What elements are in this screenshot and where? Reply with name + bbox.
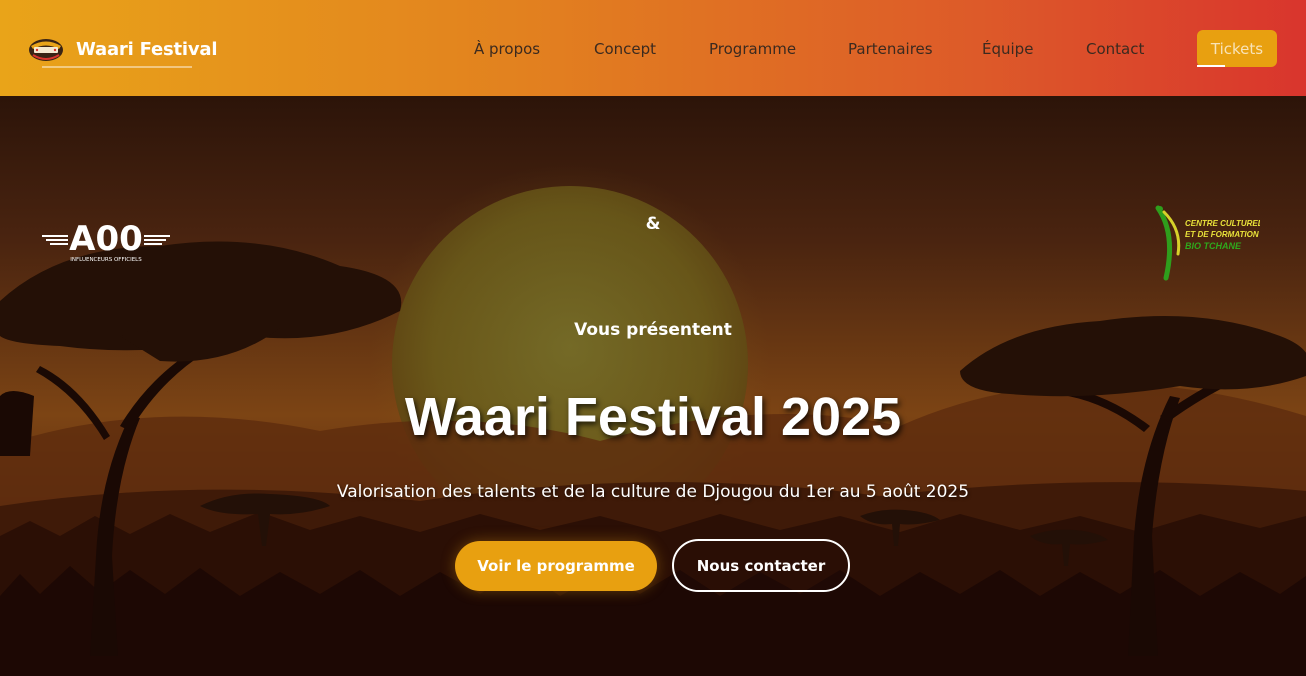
partner-ampersand: & bbox=[645, 214, 661, 234]
nav-item-contact[interactable]: Contact bbox=[1086, 40, 1144, 58]
nav-item-equipe[interactable]: Équipe bbox=[982, 40, 1033, 58]
brand-underline bbox=[42, 66, 192, 68]
a00-logo-caption: INFLUENCEURS OFFICIELS bbox=[70, 257, 142, 263]
bio-tchane-logo: CENTRE CULTUREL ET DE FORMATION BIO TCHA… bbox=[1155, 205, 1260, 281]
bio-tchane-line1: CENTRE CULTUREL bbox=[1185, 219, 1260, 228]
nav-item-concept[interactable]: Concept bbox=[594, 40, 656, 58]
nav-item-programme[interactable]: Programme bbox=[709, 40, 796, 58]
brand-name: Waari Festival bbox=[76, 38, 218, 60]
top-navbar: Waari Festival À propos Concept Programm… bbox=[0, 0, 1306, 96]
contact-us-button[interactable]: Nous contacter bbox=[672, 539, 850, 592]
presenting-text: Vous présentent bbox=[574, 320, 732, 340]
hero-subtitle: Valorisation des talents et de la cultur… bbox=[336, 482, 970, 502]
view-program-button[interactable]: Voir le programme bbox=[455, 541, 657, 591]
nav-item-partenaires[interactable]: Partenaires bbox=[848, 40, 933, 58]
hero-section: A00 INFLUENCEURS OFFICIELS & CENTRE CULT… bbox=[0, 96, 1306, 676]
tickets-button[interactable]: Tickets bbox=[1197, 30, 1277, 67]
brand-link[interactable]: Waari Festival bbox=[28, 34, 218, 64]
bio-tchane-line3: BIO TCHANE bbox=[1185, 241, 1242, 251]
tickets-underline bbox=[1197, 65, 1225, 67]
bio-tchane-line2: ET DE FORMATION bbox=[1185, 230, 1259, 239]
hero-title: Waari Festival 2025 bbox=[404, 387, 902, 447]
nav-item-a-propos[interactable]: À propos bbox=[474, 40, 540, 58]
waari-logo-icon bbox=[29, 39, 63, 61]
